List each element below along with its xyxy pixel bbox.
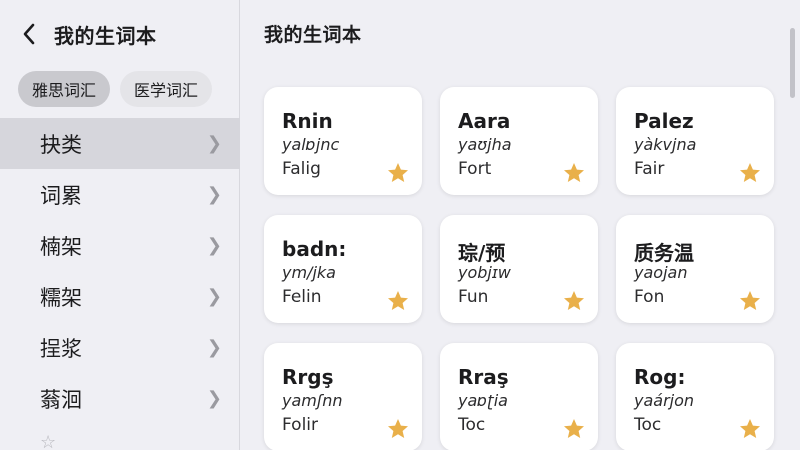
card-phonetic: ym/jka	[282, 263, 336, 282]
category-item[interactable]: 楠架 ❯	[0, 220, 240, 271]
card-phonetic: yàkvjna	[634, 135, 697, 154]
card-word: Palez	[634, 109, 694, 133]
word-card[interactable]: badn: ym/jka Felin	[264, 215, 422, 323]
star-icon[interactable]	[386, 161, 410, 185]
word-card[interactable]: 琮/预 yobjɪw Fun	[440, 215, 598, 323]
category-label: 词累	[40, 183, 82, 208]
word-card[interactable]: Rnin yalɒjnc Falig	[264, 87, 422, 195]
chevron-left-icon[interactable]	[14, 19, 44, 49]
card-word: Aara	[458, 109, 511, 133]
card-phonetic: yaɒʈia	[458, 391, 508, 410]
word-card[interactable]: Aara yaʊjha Fort	[440, 87, 598, 195]
card-word: Rnin	[282, 109, 333, 133]
card-translation: Fair	[634, 159, 665, 179]
word-card[interactable]: Rog: yaárjon Toc	[616, 343, 774, 450]
main-panel: 我的生词本 Rnin yalɒjnc Falig Aara yaʊjha For…	[241, 0, 800, 450]
star-icon[interactable]	[386, 417, 410, 441]
category-item[interactable]: 蓊洄 ❯	[0, 373, 240, 424]
card-phonetic: yaárjon	[634, 391, 695, 410]
card-translation: Toc	[458, 415, 486, 435]
card-phonetic: yamʃnn	[282, 391, 343, 410]
category-item[interactable]: 词累 ❯	[0, 169, 240, 220]
card-phonetic: yalɒjnc	[282, 135, 340, 154]
category-label: 糯架	[40, 285, 82, 310]
chevron-right-icon: ❯	[206, 184, 222, 205]
card-word: Rog:	[634, 365, 686, 389]
scrollbar[interactable]	[790, 28, 795, 98]
category-list: 抉类 ❯ 词累 ❯ 楠架 ❯ 糯架 ❯ 挰浆 ❯ 蓊洄 ❯	[0, 118, 240, 424]
category-label: 楠架	[40, 234, 82, 259]
star-icon[interactable]	[386, 289, 410, 313]
category-item[interactable]: 糯架 ❯	[0, 271, 240, 322]
chevron-right-icon: ❯	[206, 133, 222, 154]
card-word: Rrgş	[282, 365, 334, 389]
page-title: 我的生词本	[264, 24, 362, 46]
word-card[interactable]: 质务温 yaojan Fon	[616, 215, 774, 323]
filter-chips: 雅思词汇 医学词汇	[18, 71, 213, 107]
chip-medical-vocab[interactable]: 医学词汇	[120, 71, 213, 107]
card-translation: Fon	[634, 287, 665, 307]
card-phonetic: yaʊjha	[458, 135, 512, 154]
word-card[interactable]: Rraş yaɒʈia Toc	[440, 343, 598, 450]
card-word: 琮/预	[458, 241, 506, 265]
card-phonetic: yobjɪw	[458, 263, 511, 282]
card-translation: Falig	[282, 159, 321, 179]
card-translation: Toc	[634, 415, 662, 435]
card-translation: Fun	[458, 287, 489, 307]
chevron-right-icon: ❯	[206, 388, 222, 409]
card-word: Rraş	[458, 365, 509, 389]
category-label: 蓊洄	[40, 387, 82, 412]
star-icon[interactable]	[738, 417, 762, 441]
card-translation: Folir	[282, 415, 319, 435]
card-word: 质务温	[634, 241, 694, 265]
chevron-right-icon: ❯	[206, 337, 222, 358]
star-icon[interactable]	[562, 417, 586, 441]
chevron-right-icon: ❯	[206, 235, 222, 256]
word-card[interactable]: Palez yàkvjna Fair	[616, 87, 774, 195]
category-label: 挰浆	[40, 336, 82, 361]
card-translation: Fort	[458, 159, 492, 179]
card-word: badn:	[282, 237, 347, 261]
category-item[interactable]: 挰浆 ❯	[0, 322, 240, 373]
chip-ielts-vocab[interactable]: 雅思词汇	[18, 71, 111, 107]
card-phonetic: yaojan	[634, 263, 688, 282]
word-card[interactable]: Rrgş yamʃnn Folir	[264, 343, 422, 450]
sidebar-title: 我的生词本	[54, 23, 157, 48]
card-translation: Felin	[282, 287, 322, 307]
star-icon[interactable]	[738, 161, 762, 185]
category-item[interactable]: 抉类 ❯	[0, 118, 240, 169]
star-icon[interactable]	[738, 289, 762, 313]
star-icon[interactable]	[562, 161, 586, 185]
chevron-right-icon: ❯	[206, 286, 222, 307]
sidebar-header: 我的生词本	[14, 18, 157, 50]
category-label: 抉类	[40, 132, 82, 157]
star-icon[interactable]	[562, 289, 586, 313]
sidebar: 我的生词本 雅思词汇 医学词汇 抉类 ❯ 词累 ❯ 楠架 ❯ 糯架 ❯ 挰浆 ❯…	[0, 0, 240, 450]
star-outline-icon[interactable]: ☆	[40, 432, 56, 450]
